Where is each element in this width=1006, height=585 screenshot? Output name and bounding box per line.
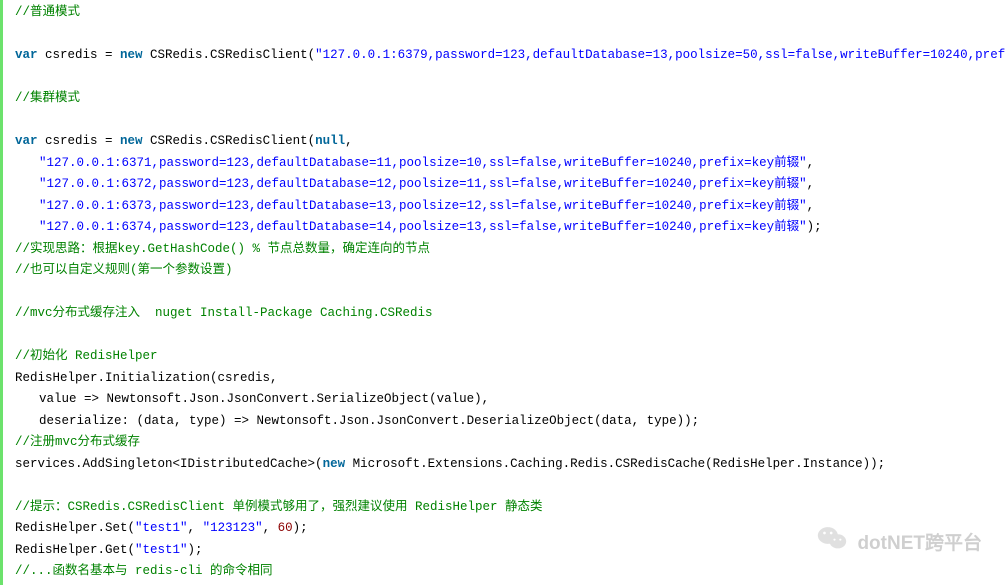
string: "127.0.0.1:6374,password=123,defaultData… <box>39 220 807 234</box>
string: "test1" <box>135 521 188 535</box>
string: "127.0.0.1:6371,password=123,defaultData… <box>39 156 807 170</box>
comment: //实现思路：根据key.GetHashCode() % 节点总数量，确定连向的… <box>15 242 430 256</box>
keyword: null <box>315 134 345 148</box>
blank-line <box>15 282 1006 304</box>
code-text: , <box>807 199 815 213</box>
code-text: , <box>263 521 278 535</box>
code-line: //注册mvc分布式缓存 <box>15 432 1006 454</box>
code-text: ); <box>188 543 203 557</box>
code-line: //提示：CSRedis.CSRedisClient 单例模式够用了，强烈建议使… <box>15 497 1006 519</box>
code-text: value => Newtonsoft.Json.JsonConvert.Ser… <box>39 392 497 406</box>
blank-line <box>15 67 1006 89</box>
code-text: , <box>807 177 815 191</box>
code-line: services.AddSingleton<IDistributedCache>… <box>15 454 1006 476</box>
code-line: //实现思路：根据key.GetHashCode() % 节点总数量，确定连向的… <box>15 239 1006 261</box>
code-line: "127.0.0.1:6371,password=123,defaultData… <box>15 153 1006 175</box>
code-line: //mvc分布式缓存注入 nuget Install-Package Cachi… <box>15 303 1006 325</box>
string: "127.0.0.1:6373,password=123,defaultData… <box>39 199 807 213</box>
wechat-icon <box>817 525 847 557</box>
code-text: services.AddSingleton<IDistributedCache>… <box>15 457 323 471</box>
comment: //mvc分布式缓存注入 nuget Install-Package Cachi… <box>15 306 433 320</box>
code-text: deserialize: (data, type) => Newtonsoft.… <box>39 414 699 428</box>
code-line: "127.0.0.1:6373,password=123,defaultData… <box>15 196 1006 218</box>
comment: //也可以自定义规则(第一个参数设置) <box>15 263 233 277</box>
code-line: //初始化 RedisHelper <box>15 346 1006 368</box>
code-text: , <box>345 134 353 148</box>
comment: //初始化 RedisHelper <box>15 349 158 363</box>
code-text: ); <box>807 220 822 234</box>
keyword: new <box>120 134 143 148</box>
comment: //集群模式 <box>15 91 80 105</box>
code-line: value => Newtonsoft.Json.JsonConvert.Ser… <box>15 389 1006 411</box>
blank-line <box>15 24 1006 46</box>
code-text: RedisHelper.Set( <box>15 521 135 535</box>
code-text: csredis = <box>38 48 121 62</box>
code-line: //...函数名基本与 redis-cli 的命令相同 <box>15 561 1006 583</box>
number: 60 <box>278 521 293 535</box>
keyword: var <box>15 134 38 148</box>
comment: //注册mvc分布式缓存 <box>15 435 140 449</box>
code-block: //普通模式 var csredis = new CSRedis.CSRedis… <box>0 0 1006 585</box>
code-text: CSRedis.CSRedisClient( <box>143 134 316 148</box>
string: "127.0.0.1:6379,password=123,defaultData… <box>315 48 1006 62</box>
code-text: csredis = <box>38 134 121 148</box>
code-line: var csredis = new CSRedis.CSRedisClient(… <box>15 131 1006 153</box>
string: "127.0.0.1:6372,password=123,defaultData… <box>39 177 807 191</box>
code-line: deserialize: (data, type) => Newtonsoft.… <box>15 411 1006 433</box>
code-line: "127.0.0.1:6372,password=123,defaultData… <box>15 174 1006 196</box>
keyword: new <box>120 48 143 62</box>
comment: //...函数名基本与 redis-cli 的命令相同 <box>15 564 273 578</box>
keyword: new <box>323 457 346 471</box>
code-text: CSRedis.CSRedisClient( <box>143 48 316 62</box>
blank-line <box>15 110 1006 132</box>
code-text: Microsoft.Extensions.Caching.Redis.CSRed… <box>345 457 885 471</box>
code-line: var csredis = new CSRedis.CSRedisClient(… <box>15 45 1006 67</box>
code-text: RedisHelper.Get( <box>15 543 135 557</box>
code-text: , <box>188 521 203 535</box>
code-text: RedisHelper.Initialization(csredis, <box>15 371 285 385</box>
comment: //提示：CSRedis.CSRedisClient 单例模式够用了，强烈建议使… <box>15 500 543 514</box>
code-text: , <box>807 156 815 170</box>
code-line: RedisHelper.Initialization(csredis, <box>15 368 1006 390</box>
code-line: "127.0.0.1:6374,password=123,defaultData… <box>15 217 1006 239</box>
code-text: ); <box>293 521 308 535</box>
blank-line <box>15 325 1006 347</box>
watermark-text: dotNET跨平台 <box>857 528 982 555</box>
comment: //普通模式 <box>15 5 80 19</box>
string: "test1" <box>135 543 188 557</box>
blank-line <box>15 475 1006 497</box>
code-line: //普通模式 <box>15 2 1006 24</box>
code-line: //也可以自定义规则(第一个参数设置) <box>15 260 1006 282</box>
code-line: //集群模式 <box>15 88 1006 110</box>
string: "123123" <box>203 521 263 535</box>
keyword: var <box>15 48 38 62</box>
watermark: dotNET跨平台 <box>817 525 982 557</box>
